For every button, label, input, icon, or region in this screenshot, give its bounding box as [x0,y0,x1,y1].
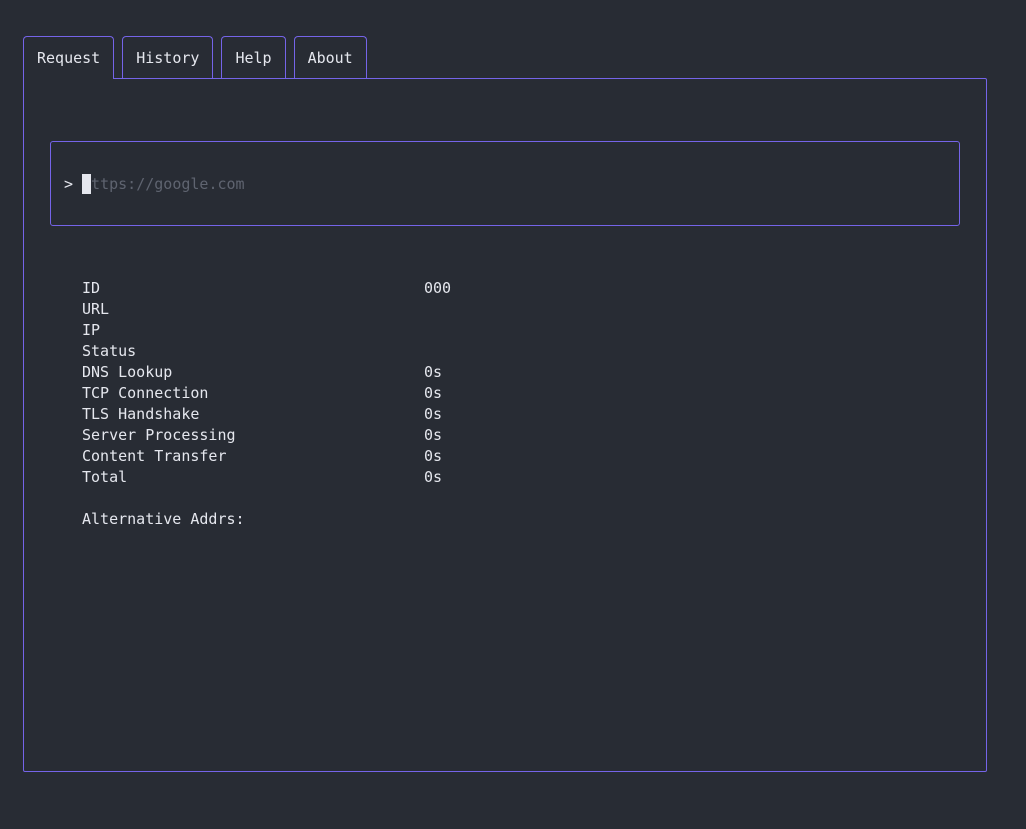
stat-row-server-processing: Server Processing 0s [82,425,451,446]
tab-history-label: History [136,48,200,67]
stat-row-tcp-connection: TCP Connection 0s [82,383,451,404]
stat-value: 0s [424,426,443,444]
stat-value: 0s [424,363,443,381]
tab-request-label: Request [37,49,101,67]
prompt-symbol: > [64,174,74,193]
url-placeholder: https://google.com [82,174,245,193]
stat-row-id: ID 000 [82,278,451,299]
stat-value: 000 [424,279,452,297]
stat-label: URL [82,300,110,318]
tab-help[interactable]: Help [221,36,286,78]
url-input-box[interactable]: > https://google.com [50,141,960,226]
request-panel: > https://google.com ID 000 URL IP Statu… [23,78,987,772]
stat-label: ID [82,279,101,297]
tab-about[interactable]: About [293,36,367,78]
stat-label: TCP Connection [82,384,209,402]
stat-label: Total [82,468,128,486]
tab-bar: Request History Help About [23,36,367,79]
alternative-addrs-label: Alternative Addrs: [82,510,245,528]
stat-label: Server Processing [82,426,236,444]
stat-value: 0s [424,384,443,402]
url-input[interactable]: https://google.com [82,173,782,194]
tab-history[interactable]: History [122,36,214,78]
stat-row-ip: IP [82,320,451,341]
text-cursor [82,173,92,194]
stat-row-total: Total 0s [82,467,451,488]
stat-label: Status [82,342,137,360]
stat-label: DNS Lookup [82,363,173,381]
stat-row-content-transfer: Content Transfer 0s [82,446,451,467]
tab-help-label: Help [235,48,272,67]
tab-request[interactable]: Request [23,36,115,79]
stat-row-tls-handshake: TLS Handshake 0s [82,404,451,425]
stat-value: 0s [424,468,443,486]
tab-about-label: About [307,48,353,67]
stat-row-status: Status [82,341,451,362]
stat-value: 0s [424,447,443,465]
stat-label: Content Transfer [82,447,227,465]
stat-row-url: URL [82,299,451,320]
stats-list: ID 000 URL IP Status DNS Lookup 0s TCP C… [82,278,451,530]
stat-label: IP [82,321,101,339]
stat-label: TLS Handshake [82,405,200,423]
stat-value: 0s [424,405,443,423]
stat-row-dns-lookup: DNS Lookup 0s [82,362,451,383]
